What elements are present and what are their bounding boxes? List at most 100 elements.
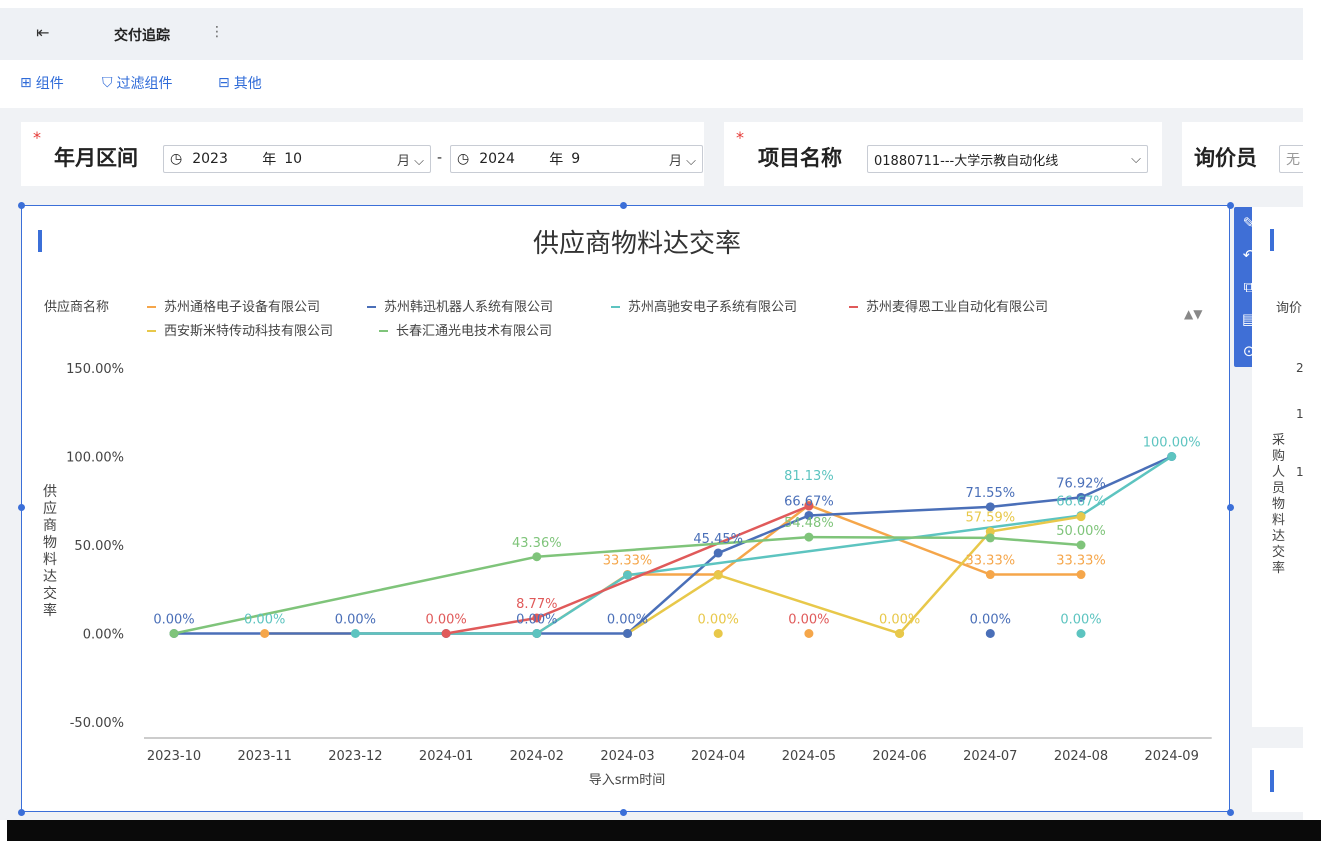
resize-handle[interactable] [1227, 504, 1234, 511]
toolbar: ⊞ 组件 ⛉ 过滤组件 ⊟ 其他 [0, 60, 1303, 108]
inquirer-placeholder: 无 [1286, 152, 1300, 168]
data-label: 0.00% [607, 613, 648, 628]
x-tick-label: 2024-04 [691, 749, 745, 764]
legend-page-icon[interactable]: ▲▼ [1184, 307, 1203, 321]
filter-component-label: 过滤组件 [116, 76, 173, 92]
data-point [169, 629, 179, 638]
data-point [804, 629, 814, 638]
data-point [985, 629, 995, 638]
x-tick-label: 2024-07 [963, 749, 1017, 764]
legend: 苏州通格电子设备有限公司 苏州韩迅机器人系统有限公司 苏州高驰安电子系统有限公司 苏州… [147, 299, 1048, 339]
card-accent-bar [1270, 770, 1274, 792]
project-label: 项目名称 [758, 146, 842, 170]
y-axis-label: 供应商物料达交率 [43, 484, 57, 619]
data-label: 57.59% [966, 511, 1016, 526]
data-label: 43.36% [512, 536, 562, 551]
data-point [713, 629, 723, 638]
data-label: 0.00% [1060, 613, 1101, 628]
data-point [350, 629, 360, 638]
legend-item: 长春汇通光电技术有限公司 [396, 324, 552, 339]
end-month-picker[interactable]: ◷ 2024 年 9 月 ⌵ [450, 145, 703, 173]
start-month-dropdown: 月 ⌵ [396, 153, 424, 169]
inquirer-label: 询价员 [1194, 146, 1257, 170]
y-tick-label: 50.00% [74, 539, 124, 554]
data-point [623, 629, 632, 638]
y-axis-label-char: 物 [43, 535, 57, 551]
filter-component-button[interactable]: ⛉ 过滤组件 [102, 73, 173, 93]
chart-title: 供应商物料达交率 [533, 229, 741, 259]
legend-item: 苏州韩迅机器人系统有限公司 [384, 299, 553, 315]
data-label: 71.55% [966, 486, 1016, 501]
series-line-segment [536, 535, 809, 558]
data-label: 54.48% [784, 516, 834, 531]
x-tick-label: 2023-12 [328, 749, 382, 764]
data-label: 45.45% [693, 532, 743, 547]
data-label: 0.00% [879, 613, 920, 628]
chart-card[interactable]: 供应商物料达交率 供应商名称 苏州通格电子设备有限公司 苏州韩迅机器人系统有限公司… [21, 205, 1230, 812]
data-point [623, 570, 632, 580]
legend-item: 苏州高驰安电子系统有限公司 [628, 299, 797, 315]
data-label: 81.13% [784, 469, 834, 484]
tab-delivery-tracking[interactable]: 交付追踪 [114, 25, 170, 45]
data-label: 0.00% [153, 613, 194, 628]
data-point [804, 532, 814, 542]
resize-handle[interactable] [18, 504, 25, 511]
data-label: 33.33% [1056, 554, 1106, 569]
series-line-segment [808, 535, 991, 540]
exit-icon[interactable]: ⇤ [36, 23, 49, 42]
resize-handle[interactable] [18, 202, 25, 209]
other-label: 其他 [233, 76, 262, 92]
data-label: 8.77% [516, 597, 557, 612]
data-point [532, 552, 542, 562]
series-line-segment [808, 505, 991, 517]
start-month-picker[interactable]: ◷ 2023 年 10 月 ⌵ [163, 145, 431, 173]
series-line-segment [536, 504, 810, 620]
project-filter: * 项目名称 01880711---大学示教自动化线 ⌵ [724, 122, 1162, 186]
card-accent-bar [38, 230, 42, 252]
more-menu-icon[interactable]: ⋮ [210, 24, 224, 40]
data-label: 0.00% [788, 613, 829, 628]
data-point [1167, 452, 1177, 461]
resize-handle[interactable] [1227, 202, 1234, 209]
required-mark: * [33, 128, 41, 147]
resize-handle[interactable] [18, 809, 25, 816]
date-range-filter: * 年月区间 ◷ 2023 年 10 月 ⌵ - ◷ 2024 年 9 月 ⌵ [21, 122, 704, 186]
legend-title: 供应商名称 [44, 299, 109, 315]
inquirer-filter: 询价员 无 [1182, 122, 1309, 186]
legend-item: 苏州麦得恩工业自动化有限公司 [866, 299, 1048, 315]
data-label: 33.33% [966, 554, 1016, 569]
required-mark: * [736, 128, 744, 147]
card-accent-bar [1270, 229, 1274, 251]
data-point [1076, 512, 1086, 522]
y-tick-label: -50.00% [70, 716, 124, 731]
component-label: 组件 [35, 76, 64, 92]
resize-handle[interactable] [1227, 809, 1234, 816]
legend-item: 西安斯米特传动科技有限公司 [164, 324, 333, 339]
year-unit: 年 [262, 152, 277, 168]
other-button[interactable]: ⊟ 其他 [218, 73, 262, 93]
supplier-delivery-rate-chart: 供应商物料达交率 供应商名称 苏州通格电子设备有限公司 苏州韩迅机器人系统有限公司… [38, 229, 1212, 788]
y-axis-label-char: 料 [43, 552, 57, 568]
y-tick-label: 0.00% [83, 628, 124, 643]
x-tick-label: 2024-08 [1054, 749, 1108, 764]
y-axis-label-char: 商 [43, 518, 57, 534]
data-point [713, 548, 723, 558]
data-point [985, 570, 995, 580]
y-axis: 150.00% 100.00% 50.00% 0.00% -50.00% [66, 362, 124, 731]
end-month: 9 [571, 151, 581, 167]
data-label: 0.00% [970, 613, 1011, 628]
x-tick-label: 2024-06 [872, 749, 926, 764]
y-tick-label: 150.00% [66, 362, 124, 377]
data-point [713, 570, 723, 580]
x-tick-label: 2024-02 [510, 749, 564, 764]
data-point [1076, 570, 1086, 580]
resize-handle[interactable] [620, 809, 627, 816]
y-tick-label: 100.00% [66, 451, 124, 466]
other-icon: ⊟ [218, 75, 230, 91]
project-select[interactable]: 01880711---大学示教自动化线 ⌵ [867, 145, 1148, 173]
x-tick-label: 2024-03 [600, 749, 654, 764]
component-button[interactable]: ⊞ 组件 [20, 73, 64, 93]
data-point [1076, 629, 1086, 638]
resize-handle[interactable] [620, 202, 627, 209]
right-edge [1303, 0, 1321, 820]
